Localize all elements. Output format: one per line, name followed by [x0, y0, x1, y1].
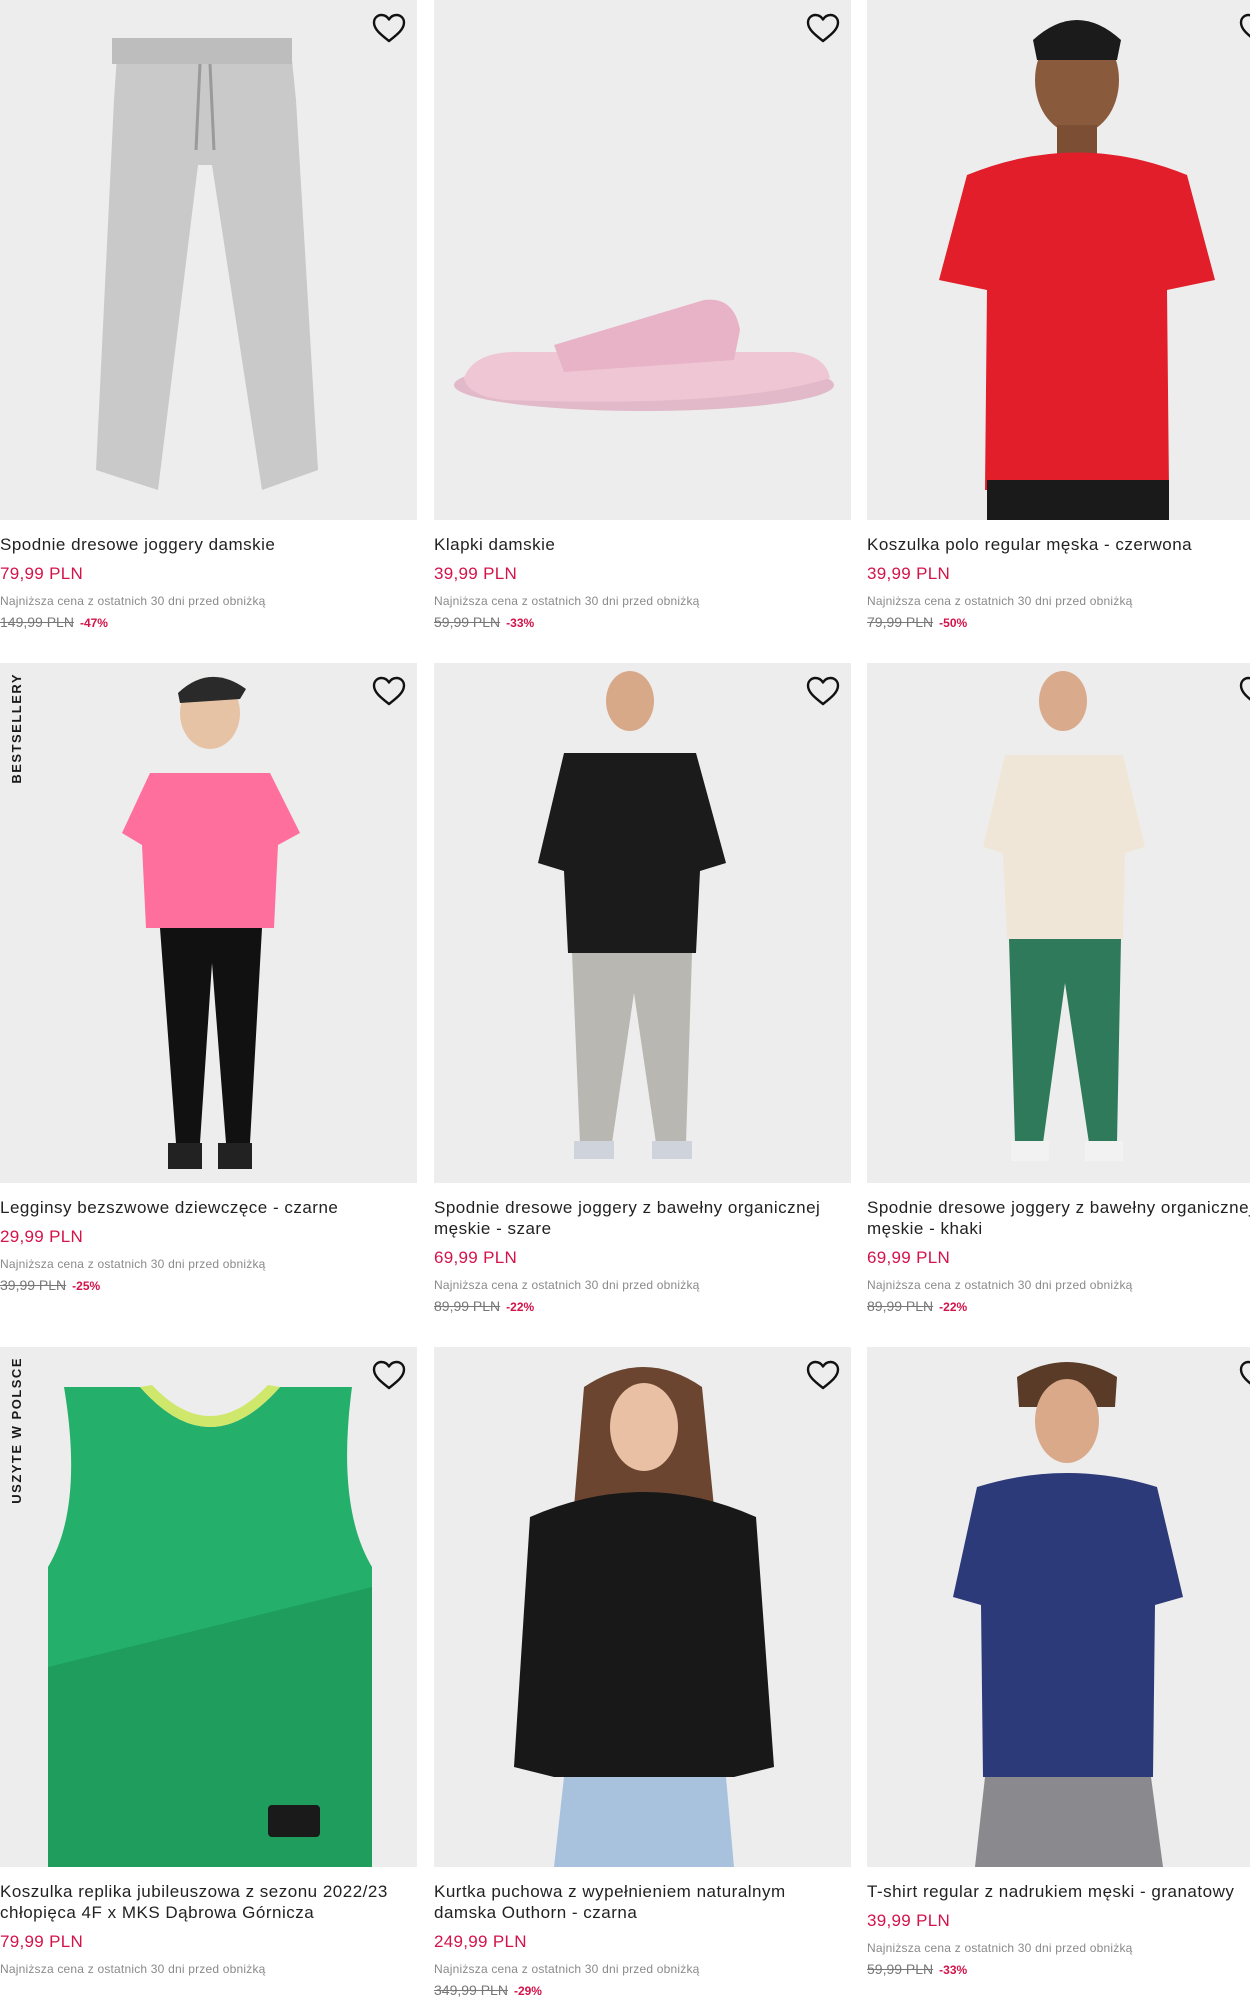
product-name[interactable]: Kurtka puchowa z wypełnieniem naturalnym… [434, 1881, 851, 1923]
lowest-price-note: Najniższa cena z ostatnich 30 dni przed … [0, 594, 266, 608]
product-name[interactable]: Koszulka replika jubileuszowa z sezonu 2… [0, 1881, 417, 1923]
product-price: 39,99 PLN [867, 1911, 951, 1930]
heart-icon[interactable] [803, 1355, 843, 1395]
heart-icon[interactable] [369, 1355, 409, 1395]
product-card[interactable]: Kurtka puchowa z wypełnieniem naturalnym… [434, 1347, 851, 1998]
lowest-price-note: Najniższa cena z ostatnich 30 dni przed … [0, 1962, 266, 1976]
product-badge: BESTSELLERY [8, 673, 24, 784]
product-price: 79,99 PLN [0, 564, 84, 583]
old-price: 59,99 PLN [434, 614, 501, 630]
lowest-price-note: Najniższa cena z ostatnich 30 dni przed … [867, 1941, 1133, 1955]
product-photo [434, 663, 851, 1183]
product-card[interactable]: Spodnie dresowe joggery damskie 79,99 PL… [0, 0, 417, 630]
product-price: 249,99 PLN [434, 1932, 527, 1951]
product-grid: Spodnie dresowe joggery damskie 79,99 PL… [0, 0, 1250, 2014]
product-image[interactable] [0, 0, 417, 520]
product-card[interactable]: Klapki damskie 39,99 PLN Najniższa cena … [434, 0, 851, 630]
product-photo [867, 0, 1250, 520]
heart-icon[interactable] [369, 671, 409, 711]
old-price: 79,99 PLN [867, 614, 934, 630]
product-photo [0, 663, 417, 1183]
product-photo [0, 0, 417, 520]
old-price: 349,99 PLN [434, 1982, 508, 1998]
product-name[interactable]: Spodnie dresowe joggery z bawełny organi… [434, 1197, 851, 1239]
product-name[interactable]: Spodnie dresowe joggery z bawełny organi… [867, 1197, 1250, 1239]
product-name[interactable]: Koszulka polo regular męska - czerwona [867, 534, 1250, 555]
discount-badge: -33% [939, 1963, 968, 1977]
product-image[interactable]: BESTSELLERY [0, 663, 417, 1183]
product-photo [867, 1347, 1250, 1867]
product-name[interactable]: T-shirt regular z nadrukiem męski - gran… [867, 1881, 1250, 1902]
product-photo [0, 1347, 417, 1867]
old-price: 89,99 PLN [867, 1298, 934, 1314]
product-card[interactable]: BESTSELLERY Legginsy bezszwowe dziewczęc… [0, 663, 417, 1293]
lowest-price-note: Najniższa cena z ostatnich 30 dni przed … [434, 1278, 700, 1292]
product-image[interactable] [867, 1347, 1250, 1867]
old-price-row: 59,99 PLN -33% [867, 1961, 1250, 1977]
heart-icon[interactable] [1236, 671, 1250, 711]
old-price-row: 59,99 PLN -33% [434, 614, 851, 630]
discount-badge: -47% [79, 616, 108, 630]
lowest-price-note: Najniższa cena z ostatnich 30 dni przed … [0, 1257, 266, 1271]
product-price: 39,99 PLN [867, 564, 951, 583]
product-image[interactable] [434, 1347, 851, 1867]
product-card[interactable]: USZYTE W POLSCE Koszulka replika jubileu… [0, 1347, 417, 1976]
product-image[interactable]: USZYTE W POLSCE [0, 1347, 417, 1867]
product-price: 69,99 PLN [867, 1248, 951, 1267]
product-name[interactable]: Legginsy bezszwowe dziewczęce - czarne [0, 1197, 417, 1218]
discount-badge: -22% [939, 1300, 968, 1314]
old-price: 89,99 PLN [434, 1298, 501, 1314]
old-price-row: 349,99 PLN -29% [434, 1982, 851, 1998]
product-price: 79,99 PLN [0, 1932, 84, 1951]
old-price-row: 79,99 PLN -50% [867, 614, 1250, 630]
product-card[interactable]: T-shirt regular z nadrukiem męski - gran… [867, 1347, 1250, 1977]
product-image[interactable] [867, 0, 1250, 520]
lowest-price-note: Najniższa cena z ostatnich 30 dni przed … [434, 1962, 700, 1976]
product-image[interactable] [867, 663, 1250, 1183]
discount-badge: -25% [72, 1279, 101, 1293]
product-name[interactable]: Spodnie dresowe joggery damskie [0, 534, 417, 555]
lowest-price-note: Najniższa cena z ostatnich 30 dni przed … [867, 1278, 1133, 1292]
old-price: 59,99 PLN [867, 1961, 934, 1977]
heart-icon[interactable] [803, 8, 843, 48]
discount-badge: -33% [506, 616, 535, 630]
old-price-row: 89,99 PLN -22% [867, 1298, 1250, 1314]
product-image[interactable] [434, 0, 851, 520]
product-price: 39,99 PLN [434, 564, 518, 583]
product-photo [434, 1347, 851, 1867]
product-image[interactable] [434, 663, 851, 1183]
product-card[interactable]: Spodnie dresowe joggery z bawełny organi… [867, 663, 1250, 1314]
product-card[interactable]: Spodnie dresowe joggery z bawełny organi… [434, 663, 851, 1314]
heart-icon[interactable] [369, 8, 409, 48]
old-price-row: 89,99 PLN -22% [434, 1298, 851, 1314]
old-price: 39,99 PLN [0, 1277, 67, 1293]
product-photo [867, 663, 1250, 1183]
heart-icon[interactable] [803, 671, 843, 711]
heart-icon[interactable] [1236, 1355, 1250, 1395]
discount-badge: -29% [513, 1984, 542, 1998]
discount-badge: -22% [506, 1300, 535, 1314]
lowest-price-note: Najniższa cena z ostatnich 30 dni przed … [867, 594, 1133, 608]
old-price-row: 39,99 PLN -25% [0, 1277, 417, 1293]
product-card[interactable]: Koszulka polo regular męska - czerwona 3… [867, 0, 1250, 630]
product-name[interactable]: Klapki damskie [434, 534, 851, 555]
product-badge: USZYTE W POLSCE [8, 1357, 24, 1504]
product-price: 29,99 PLN [0, 1227, 84, 1246]
lowest-price-note: Najniższa cena z ostatnich 30 dni przed … [434, 594, 700, 608]
product-photo [434, 0, 851, 520]
old-price: 149,99 PLN [0, 614, 74, 630]
old-price-row: 149,99 PLN -47% [0, 614, 417, 630]
discount-badge: -50% [939, 616, 968, 630]
product-price: 69,99 PLN [434, 1248, 518, 1267]
heart-icon[interactable] [1236, 8, 1250, 48]
